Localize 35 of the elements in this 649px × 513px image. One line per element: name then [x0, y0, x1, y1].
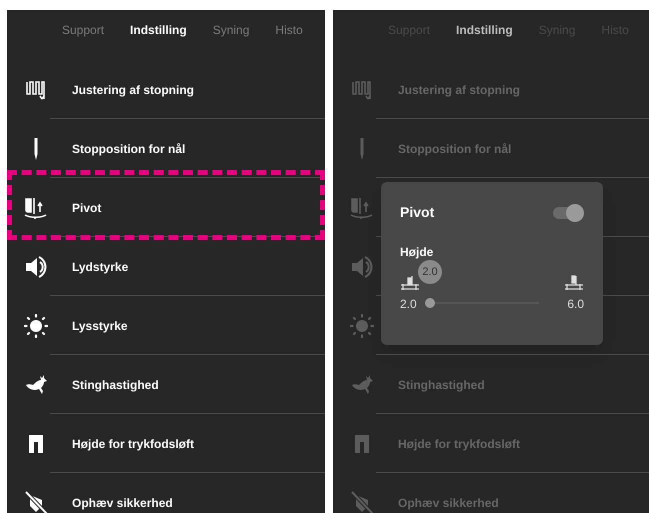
toggle-switch[interactable] — [553, 206, 582, 218]
presser-foot-icon — [24, 196, 48, 220]
needle-icon — [360, 138, 364, 160]
tab[interactable]: Indstilling — [456, 21, 513, 39]
height-label: Højde — [400, 244, 434, 261]
tab[interactable]: Histo — [275, 21, 303, 39]
speaker-icon — [24, 254, 48, 278]
settings-item[interactable]: Stinghastighed — [398, 376, 485, 394]
settings-item[interactable]: Lydstyrke — [72, 258, 128, 276]
settings-item[interactable]: Stinghastighed — [72, 376, 159, 394]
value-bubble: 2.0 — [418, 260, 442, 284]
settings-item[interactable]: Højde for trykfodsløft — [398, 434, 520, 452]
presser-foot-icon — [350, 196, 374, 220]
max-value: 6.0 — [567, 296, 584, 313]
dialog-title: Pivot — [400, 203, 434, 222]
min-value: 2.0 — [400, 296, 417, 313]
settings-item[interactable]: Højde for trykfodsløft — [72, 434, 194, 452]
slider-thumb[interactable] — [425, 298, 435, 308]
sun-icon — [24, 314, 48, 338]
settings-item[interactable]: Justering af stopning — [72, 80, 194, 98]
tab[interactable]: Support — [62, 21, 104, 39]
tab[interactable]: Indstilling — [130, 21, 187, 39]
sun-icon — [350, 314, 374, 338]
settings-item[interactable]: Stopposition for nål — [72, 140, 186, 158]
settings-item[interactable]: Lysstyrke — [72, 316, 128, 334]
presser-foot-icon — [564, 275, 584, 291]
settings-item[interactable]: Ophæv sikkerhed — [72, 494, 173, 512]
needle-icon — [34, 138, 38, 160]
settings-item[interactable]: Stopposition for nål — [398, 140, 512, 158]
tab[interactable]: Syning — [212, 21, 250, 39]
presser-foot-icon — [400, 275, 420, 291]
settings-item[interactable]: Pivot — [72, 198, 102, 216]
speaker-icon — [350, 254, 374, 278]
settings-item[interactable]: Justering af stopning — [398, 80, 520, 98]
settings-item[interactable]: Ophæv sikkerhed — [398, 494, 499, 512]
